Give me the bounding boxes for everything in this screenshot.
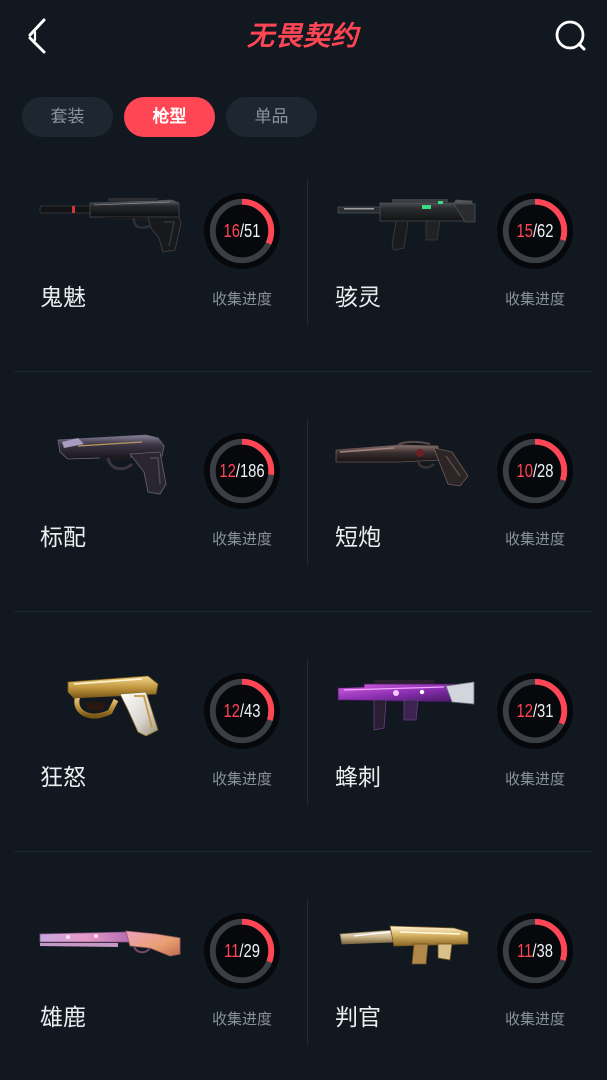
collection-count: 12/31 bbox=[503, 672, 567, 750]
collection-progress-ring: 12/31 bbox=[496, 672, 574, 750]
collected-count: 12 bbox=[223, 701, 240, 721]
progress-label: 收集进度 bbox=[211, 1011, 272, 1028]
weapon-row: 12/43 狂怒 收集进度 12/31 蜂刺 收集进度 bbox=[0, 612, 607, 852]
weapon-card-bucky[interactable]: 11/29 雄鹿 收集进度 bbox=[0, 852, 300, 1052]
weapon-name: 标配 bbox=[40, 524, 86, 550]
frenzy-pistol-image bbox=[67, 675, 159, 736]
stinger-smg-image bbox=[337, 680, 475, 731]
weapon-card-frenzy[interactable]: 12/43 狂怒 收集进度 bbox=[0, 612, 300, 812]
total-count: /43 bbox=[239, 701, 261, 721]
total-count: /28 bbox=[532, 461, 554, 481]
collection-count: 12/186 bbox=[210, 432, 274, 510]
weapon-name: 狂怒 bbox=[40, 764, 86, 790]
collection-progress-ring: 11/29 bbox=[203, 912, 281, 990]
tab-weapon-types[interactable]: 枪型 bbox=[124, 97, 215, 137]
total-count: /62 bbox=[532, 221, 554, 241]
total-count: /29 bbox=[239, 941, 260, 961]
weapon-name: 鬼魅 bbox=[40, 284, 86, 310]
weapon-collection-screen: 无畏契约 套装 枪型 单品 16/51 鬼魅 收集进度 15/62 骇灵 收集进… bbox=[0, 0, 607, 1080]
collected-count: 12 bbox=[219, 461, 236, 481]
weapon-card-ghost[interactable]: 16/51 鬼魅 收集进度 bbox=[0, 132, 300, 332]
total-count: /38 bbox=[532, 941, 553, 961]
collection-progress-ring: 11/38 bbox=[496, 912, 574, 990]
collection-progress-ring: 15/62 bbox=[496, 192, 574, 270]
progress-label: 收集进度 bbox=[504, 291, 565, 308]
weapon-name: 蜂刺 bbox=[335, 764, 381, 790]
tab-single-items[interactable]: 单品 bbox=[226, 97, 317, 137]
collected-count: 12 bbox=[516, 701, 533, 721]
total-count: /51 bbox=[239, 221, 261, 241]
collection-progress-ring: 12/186 bbox=[203, 432, 281, 510]
spectre-smg-image bbox=[337, 199, 476, 251]
weapon-row: 11/29 雄鹿 收集进度 11/38 判官 收集进度 bbox=[0, 852, 607, 1080]
weapon-row: 12/186 标配 收集进度 10/28 短炮 收集进度 bbox=[0, 372, 607, 612]
collection-count: 11/38 bbox=[503, 912, 567, 990]
tab-bundles[interactable]: 套装 bbox=[22, 97, 113, 137]
collected-count: 11 bbox=[224, 941, 240, 961]
collection-progress-ring: 16/51 bbox=[203, 192, 281, 270]
collected-count: 10 bbox=[516, 461, 533, 481]
progress-label: 收集进度 bbox=[504, 531, 565, 548]
collection-count: 15/62 bbox=[503, 192, 567, 270]
search-icon bbox=[555, 20, 586, 51]
total-count: /31 bbox=[532, 701, 554, 721]
weapon-name: 骇灵 bbox=[335, 284, 381, 310]
weapon-card-shorty[interactable]: 10/28 短炮 收集进度 bbox=[293, 372, 593, 572]
progress-label: 收集进度 bbox=[211, 771, 272, 788]
progress-label: 收集进度 bbox=[211, 291, 272, 308]
shorty-shotgun-image bbox=[335, 440, 469, 487]
bucky-shotgun-image bbox=[39, 930, 181, 957]
weapon-row: 16/51 鬼魅 收集进度 15/62 骇灵 收集进度 bbox=[0, 132, 607, 372]
back-chevron-icon bbox=[28, 18, 46, 54]
weapon-card-judge[interactable]: 11/38 判官 收集进度 bbox=[293, 852, 593, 1052]
collection-count: 10/28 bbox=[503, 432, 567, 510]
weapon-card-spectre[interactable]: 15/62 骇灵 收集进度 bbox=[293, 132, 593, 332]
weapon-card-stinger[interactable]: 12/31 蜂刺 收集进度 bbox=[293, 612, 593, 812]
weapon-card-classic[interactable]: 12/186 标配 收集进度 bbox=[0, 372, 300, 572]
collected-count: 15 bbox=[516, 221, 533, 241]
progress-label: 收集进度 bbox=[211, 531, 272, 548]
classic-pistol-image bbox=[57, 434, 167, 495]
back-button[interactable] bbox=[20, 16, 54, 56]
collected-count: 11 bbox=[517, 941, 533, 961]
collection-progress-ring: 10/28 bbox=[496, 432, 574, 510]
progress-label: 收集进度 bbox=[504, 1011, 565, 1028]
weapon-name: 短炮 bbox=[335, 524, 381, 550]
page-title-logo: 无畏契约 bbox=[247, 21, 359, 52]
weapon-name: 判官 bbox=[335, 1004, 381, 1030]
search-button[interactable] bbox=[550, 16, 590, 56]
collection-count: 12/43 bbox=[210, 672, 274, 750]
progress-label: 收集进度 bbox=[504, 771, 565, 788]
collection-count: 16/51 bbox=[210, 192, 274, 270]
collection-count: 11/29 bbox=[210, 912, 274, 990]
ghost-pistol-image bbox=[39, 198, 182, 253]
total-count: /186 bbox=[235, 461, 265, 481]
collected-count: 16 bbox=[223, 221, 240, 241]
collection-progress-ring: 12/43 bbox=[203, 672, 281, 750]
weapon-name: 雄鹿 bbox=[40, 1004, 86, 1030]
judge-shotgun-image bbox=[339, 925, 469, 965]
